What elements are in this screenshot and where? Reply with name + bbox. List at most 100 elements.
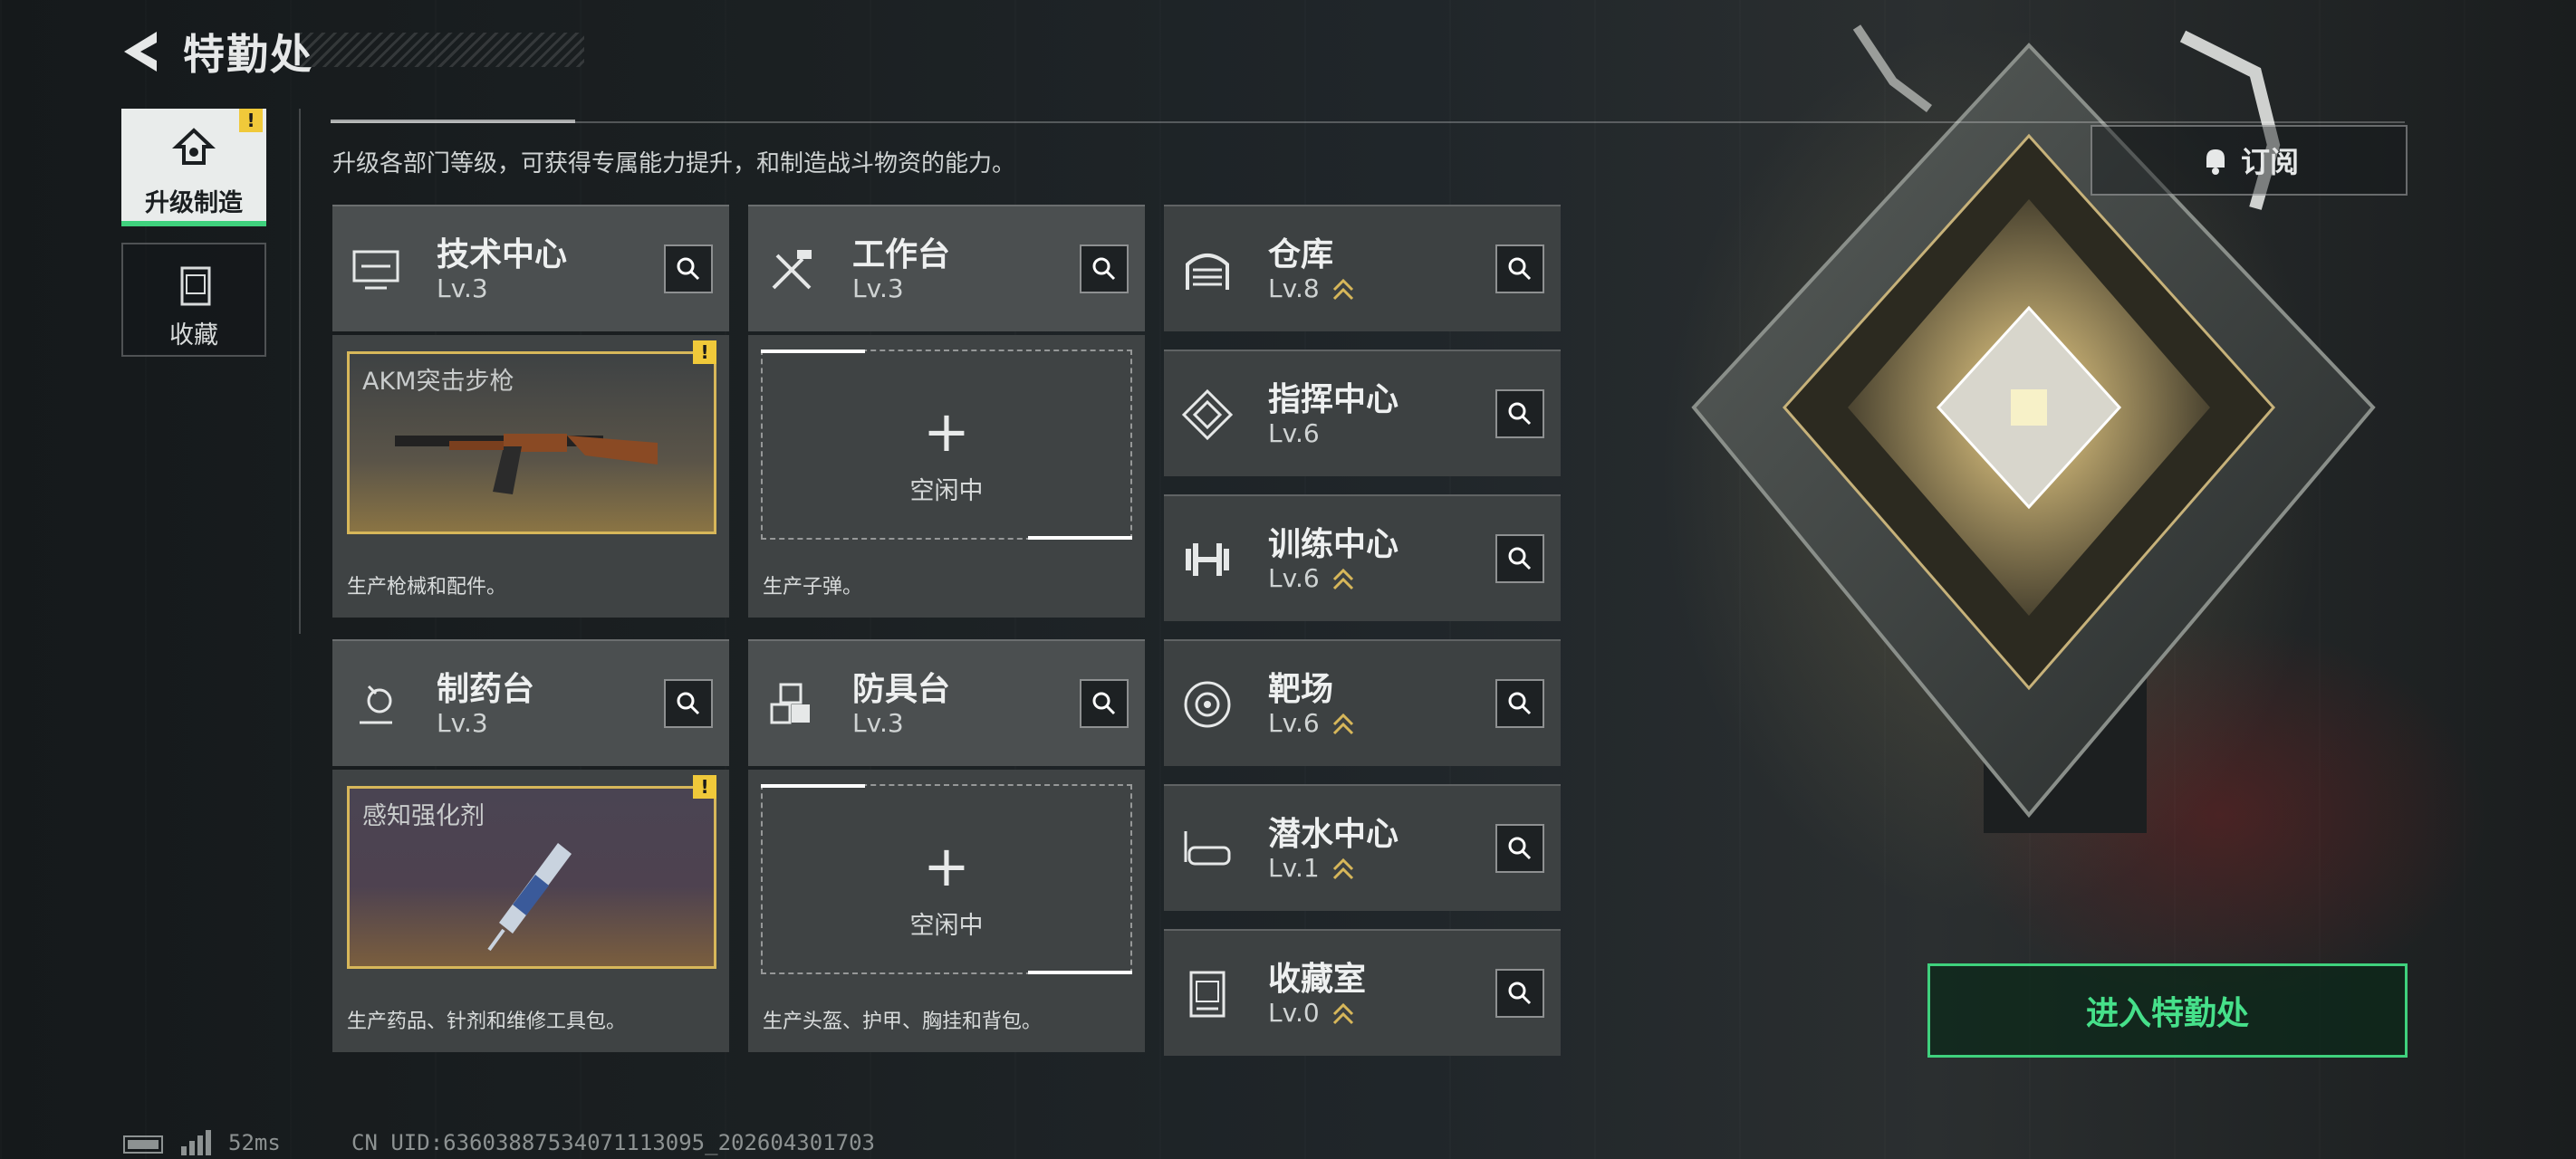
upgrade-icon [171, 128, 216, 165]
idle-status: 空闲中 [909, 912, 984, 940]
slot-corner-bar [1028, 971, 1132, 974]
search-icon [1508, 257, 1532, 281]
nav-tab-label: 收藏 [169, 321, 218, 350]
training-center-icon [1186, 543, 1229, 576]
dept-name: 技术中心 [437, 236, 568, 273]
warehouse-icon [1186, 254, 1229, 290]
dept-name: 制药台 [437, 671, 535, 708]
production-item-slot[interactable]: AKM突击步枪 [347, 351, 716, 534]
dept-card-warehouse[interactable]: 仓库 Lv.8 [1164, 205, 1561, 331]
upgrade-available-icon [1332, 1002, 1354, 1025]
inspect-button[interactable] [1080, 679, 1129, 728]
production-description: 生产药品、针剂和维修工具包。 [347, 1011, 627, 1033]
back-arrow-icon [124, 32, 157, 72]
slot-corner-bar [761, 784, 865, 788]
dept-card-shooting-range[interactable]: 靶场 Lv.6 [1164, 639, 1561, 766]
inspect-button[interactable] [1495, 679, 1544, 728]
user-uid: CN UID:636038875340711130​95_20260430170… [351, 1130, 875, 1155]
dept-level: Lv.1 [1268, 853, 1320, 883]
dept-card-workbench[interactable]: 工作台 Lv.3 [748, 205, 1145, 331]
page-description: 升级各部门等级，可获得专属能力提升，和制造战斗物资的能力。 [332, 150, 1016, 177]
dept-level: Lv.3 [437, 708, 488, 738]
inspect-button[interactable] [1080, 244, 1129, 293]
add-production-icon: + [923, 833, 970, 899]
dept-name: 收藏室 [1268, 961, 1367, 998]
pharmacy-icon [360, 685, 392, 724]
inspect-button[interactable] [664, 679, 713, 728]
divider [331, 121, 2405, 123]
search-icon [1092, 257, 1116, 281]
command-center-icon [1181, 388, 1234, 441]
ping-readout: 52ms [228, 1130, 281, 1155]
production-description: 生产子弹。 [763, 576, 863, 599]
divider-highlight [331, 120, 575, 123]
header-hatch-decoration [299, 33, 584, 67]
workbench-icon [772, 250, 812, 290]
slot-corner-bar [761, 350, 865, 353]
upgrade-available-icon [1332, 278, 1354, 301]
inspect-button[interactable] [1495, 244, 1544, 293]
production-item-name: 感知强化剂 [362, 802, 485, 830]
upgrade-available-icon [1332, 568, 1354, 590]
rifle-icon [395, 434, 658, 494]
enter-label: 进入特勤处 [2085, 995, 2249, 1032]
dept-name: 工作台 [852, 236, 951, 273]
idle-production-slot[interactable]: + 空闲中 [761, 350, 1132, 540]
subscribe-button[interactable]: 订阅 [2091, 125, 2408, 196]
collection-room-icon [1189, 971, 1226, 1018]
nav-tab-collection[interactable]: 收藏 [121, 243, 266, 357]
back-button[interactable] [118, 26, 163, 77]
inspect-button[interactable] [1495, 389, 1544, 438]
production-panel-pharmacy: 感知强化剂 ! 生产药品、针剂和维修工具包。 [332, 770, 729, 1052]
dept-card-command-center[interactable]: 指挥中心 Lv.6 [1164, 350, 1561, 476]
idle-status: 空闲中 [909, 477, 984, 505]
header: 特勤处 [118, 20, 313, 83]
alert-badge: ! [239, 109, 263, 132]
nav-divider [299, 109, 301, 634]
enter-special-ops-button[interactable]: 进入特勤处 [1927, 963, 2408, 1058]
dept-card-armor-bench[interactable]: 防具台 Lv.3 [748, 639, 1145, 766]
dept-card-training-center[interactable]: 训练中心 Lv.6 [1164, 494, 1561, 621]
tech-center-icon [352, 250, 399, 290]
dept-level: Lv.3 [852, 708, 904, 738]
shooting-range-icon [1184, 681, 1231, 728]
page-title: 特勤处 [183, 30, 313, 79]
search-icon [1508, 547, 1532, 570]
dept-name: 仓库 [1268, 236, 1334, 273]
search-icon [677, 257, 700, 281]
dept-name: 防具台 [852, 671, 951, 708]
alert-badge: ! [693, 340, 716, 364]
search-icon [677, 692, 700, 715]
dept-card-collection-room[interactable]: 收藏室 Lv.0 [1164, 929, 1561, 1056]
dept-card-pharmacy[interactable]: 制药台 Lv.3 [332, 639, 729, 766]
dept-level: Lv.6 [1268, 708, 1320, 738]
upgrade-available-icon [1332, 713, 1354, 735]
search-icon [1092, 692, 1116, 715]
inspect-button[interactable] [664, 244, 713, 293]
inspect-button[interactable] [1495, 534, 1544, 583]
dept-card-tech-center[interactable]: 技术中心 Lv.3 [332, 205, 729, 331]
nav-tab-label: 升级制造 [145, 189, 243, 217]
idle-production-slot[interactable]: + 空闲中 [761, 784, 1132, 974]
dept-level: Lv.6 [1268, 418, 1320, 448]
dept-name: 靶场 [1268, 671, 1334, 708]
production-item-slot[interactable]: 感知强化剂 [347, 786, 716, 969]
dept-level: Lv.0 [1268, 998, 1320, 1028]
search-icon [1508, 692, 1532, 715]
production-description: 生产枪械和配件。 [347, 576, 507, 599]
dept-card-diving-center[interactable]: 潜水中心 Lv.1 [1164, 784, 1561, 911]
nav-tab-upgrade[interactable]: 升级制造 ! [121, 109, 266, 226]
add-production-icon: + [923, 398, 970, 465]
inspect-button[interactable] [1495, 824, 1544, 873]
dept-level: Lv.8 [1268, 273, 1320, 303]
inspect-button[interactable] [1495, 969, 1544, 1018]
bell-icon [2206, 149, 2225, 175]
production-item-name: AKM突击步枪 [362, 368, 514, 396]
dept-name: 潜水中心 [1268, 816, 1399, 853]
battery-icon [123, 1135, 163, 1154]
subscribe-label: 订阅 [2240, 145, 2299, 179]
search-icon [1508, 402, 1532, 426]
collection-icon [180, 266, 211, 306]
upgrade-available-icon [1332, 857, 1354, 880]
dept-name: 训练中心 [1268, 526, 1399, 563]
